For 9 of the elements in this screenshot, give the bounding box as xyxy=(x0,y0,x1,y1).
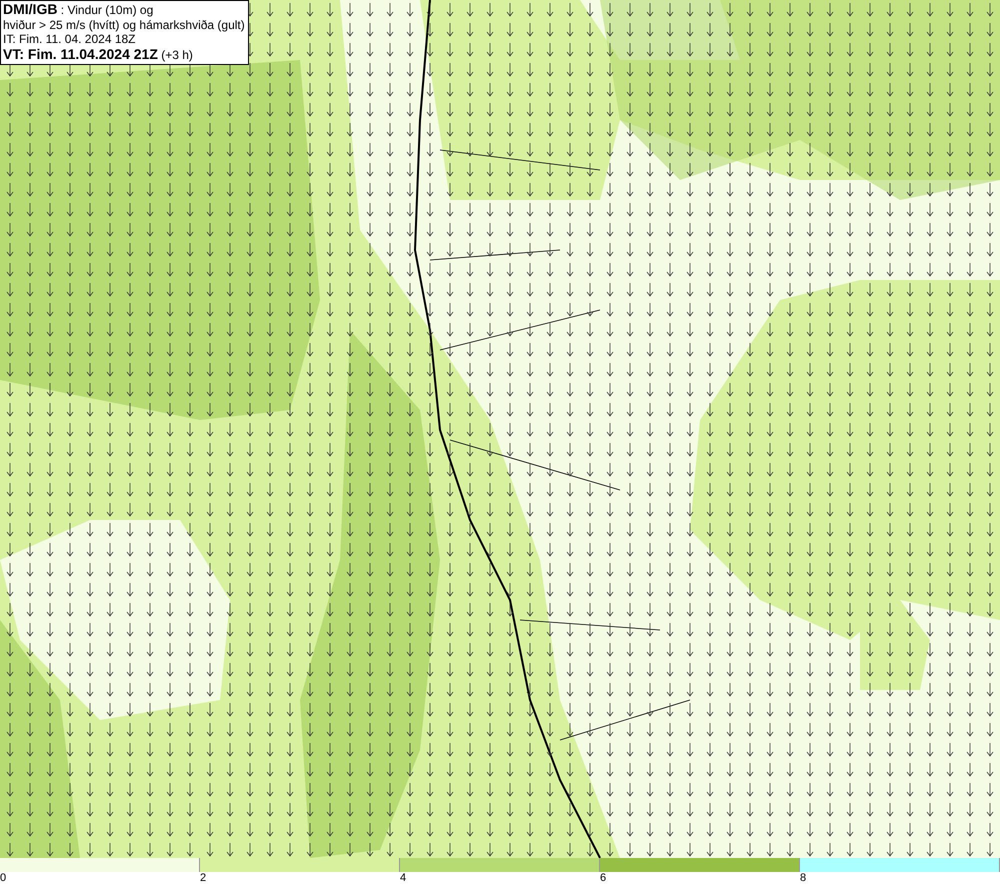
legend-label: 4 xyxy=(400,872,406,885)
legend-label: 2 xyxy=(200,872,206,885)
legend-label: 8 xyxy=(800,872,806,885)
legend-label: 0 xyxy=(0,872,6,885)
legend-label: 6 xyxy=(600,872,606,885)
map-caption-line: hviður > 25 m/s (hvítt) og hámarkshviða (gult) xyxy=(3,18,245,32)
map-caption-line: DMI/IGB : Vindur (10m) og xyxy=(3,2,154,18)
map-caption-line: IT: Fim. 11. 04. 2024 18Z xyxy=(3,32,137,46)
map-caption-line: VT: Fim. 11.04.2024 21Z (+3 h) xyxy=(3,46,194,62)
